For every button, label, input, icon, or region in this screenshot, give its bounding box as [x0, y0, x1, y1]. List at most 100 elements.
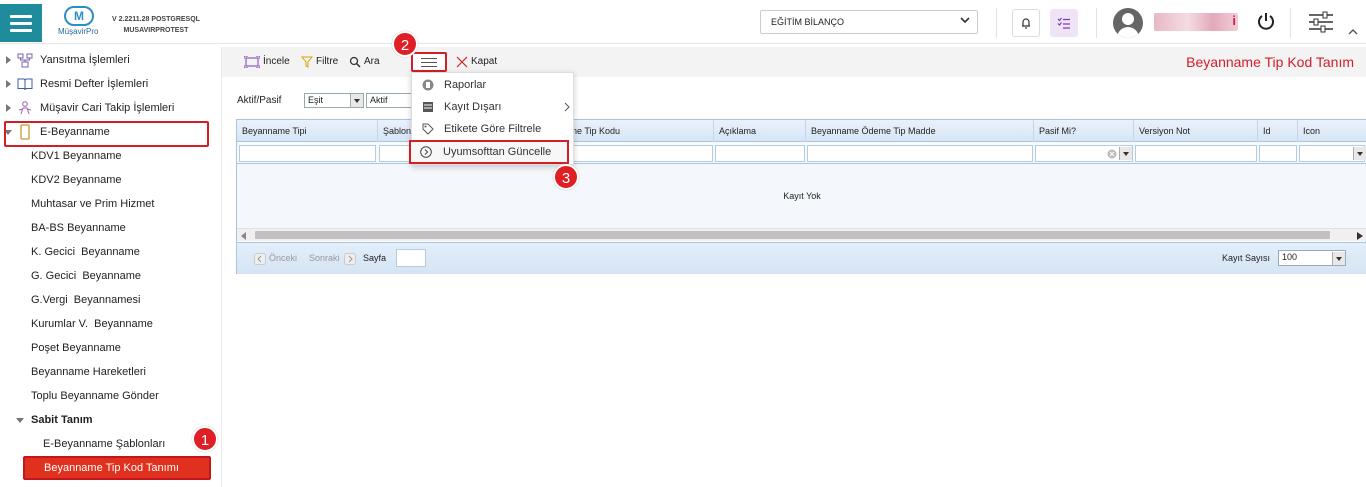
step-badge-3: 3	[553, 164, 579, 190]
filtre-button[interactable]: Filtre	[301, 55, 338, 69]
clear-icon[interactable]	[1107, 149, 1117, 159]
column-sablon[interactable]: Şablon	[378, 120, 412, 142]
filter-aciklama[interactable]	[715, 145, 805, 162]
horizontal-scrollbar[interactable]	[237, 228, 1366, 241]
people-icon	[18, 101, 32, 115]
sidebar-item-k-gecici[interactable]: K. Gecici Beyanname	[31, 241, 140, 263]
menu-item-uyumsoft-guncelle[interactable]: Uyumsofttan Güncelle	[409, 140, 569, 164]
scroll-right-icon[interactable]	[1357, 232, 1363, 240]
column-odeme-tip-madde[interactable]: Beyanname Ödeme Tip Madde	[806, 120, 1034, 142]
filter-sablon[interactable]	[379, 145, 411, 162]
kapat-button[interactable]: Kapat	[456, 55, 497, 69]
sidebar-item-tip-kod-tanimi[interactable]: Beyanname Tip Kod Tanımı	[23, 456, 211, 480]
chevron-right-icon	[564, 102, 570, 112]
sidebar: Yansıtma İşlemleri Resmi Defter İşlemler…	[0, 47, 222, 487]
filter-odeme-tip-madde[interactable]	[807, 145, 1033, 162]
step-badge-2: 2	[392, 31, 418, 57]
filter-versiyon-not[interactable]	[1135, 145, 1257, 162]
sidebar-item-yansitma[interactable]: Yansıtma İşlemleri	[0, 49, 220, 71]
page-number-input[interactable]	[396, 249, 426, 267]
filter-icon	[301, 56, 313, 68]
export-icon	[423, 102, 433, 112]
top-bar: M MüşavirPro V 2.2211.28 POSTGRESQL MUSA…	[0, 0, 1366, 44]
sidebar-item-resmi-defter[interactable]: Resmi Defter İşlemleri	[0, 73, 220, 95]
chevron-down-icon	[960, 17, 970, 24]
main-content: İncele Filtre Ara Kapat Beyanname Tip Ko…	[222, 31, 1366, 487]
chevron-up-icon[interactable]	[1347, 27, 1359, 37]
filter-icon[interactable]	[1299, 145, 1366, 162]
settings-sliders-icon[interactable]	[1307, 10, 1335, 34]
expand-arrow-icon[interactable]	[6, 80, 11, 88]
expand-arrow-icon[interactable]	[6, 56, 11, 64]
company-select[interactable]: EĞİTİM BİLANÇO	[760, 10, 978, 34]
ara-button[interactable]: Ara	[349, 55, 380, 69]
menu-item-kayit-disari[interactable]: Kayıt Dışarı	[412, 96, 575, 118]
menu-item-etiket-filtre[interactable]: Etikete Göre Filtrele	[412, 118, 575, 140]
grid-empty-message: Kayıt Yok	[237, 164, 1366, 228]
tasks-button[interactable]	[1050, 9, 1078, 37]
page-label: Sayfa	[363, 253, 387, 263]
user-name-redacted[interactable]	[1154, 13, 1238, 31]
filter-tip-kodu[interactable]	[568, 145, 713, 162]
aktif-pasif-label: Aktif/Pasif	[237, 95, 282, 106]
more-menu-button[interactable]	[411, 52, 447, 72]
page-title: Beyanname Tip Kod Tanım	[1186, 54, 1354, 70]
tag-icon	[422, 123, 434, 135]
book-icon	[17, 78, 33, 91]
filter-pasif-mi[interactable]	[1035, 145, 1133, 162]
chevron-right-icon[interactable]	[344, 253, 356, 265]
sidebar-item-toplu-gonder[interactable]: Toplu Beyanname Gönder	[31, 385, 159, 407]
sidebar-item-ba-bs[interactable]: BA-BS Beyanname	[31, 217, 126, 239]
dropdown-arrow-icon[interactable]	[1332, 252, 1345, 265]
step-badge-1: 1	[192, 426, 218, 452]
column-pasif-mi[interactable]: Pasif Mi?	[1034, 120, 1134, 142]
operator-select[interactable]: Eşit	[304, 93, 364, 108]
sidebar-item-g-gecici[interactable]: G. Gecici Beyanname	[31, 265, 141, 287]
scrollbar-thumb[interactable]	[255, 231, 1330, 239]
sidebar-item-g-vergi[interactable]: G.Vergi Beyannamesi	[31, 289, 140, 311]
sidebar-item-musavir-cari[interactable]: Müşavir Cari Takip İşlemleri	[0, 97, 220, 119]
collapse-arrow-icon[interactable]	[16, 418, 24, 423]
menu-item-raporlar[interactable]: Raporlar	[412, 74, 575, 96]
app-logo: M MüşavirPro	[58, 6, 108, 38]
expand-arrow-icon[interactable]	[6, 104, 11, 112]
scroll-left-icon[interactable]	[241, 232, 247, 240]
sidebar-item-kdv1[interactable]: KDV1 Beyanname	[31, 145, 122, 167]
sidebar-item-kurumlar[interactable]: Kurumlar V. Beyanname	[31, 313, 153, 335]
hamburger-menu-button[interactable]	[0, 4, 42, 42]
filter-id[interactable]	[1259, 145, 1297, 162]
value-select[interactable]: Aktif	[366, 93, 416, 108]
chevron-left-icon[interactable]	[254, 253, 266, 265]
column-beyanname-tipi[interactable]: Beyanname Tipi	[237, 120, 378, 142]
circle-chevron-right-icon	[420, 146, 432, 158]
incele-button[interactable]: İncele	[244, 55, 290, 69]
user-avatar[interactable]	[1113, 8, 1143, 38]
pager: Önceki Sonraki Sayfa Kayıt Sayısı 100	[237, 242, 1366, 274]
sidebar-item-muhtasar[interactable]: Muhtasar ve Prim Hizmet	[31, 193, 154, 215]
column-tip-kodu[interactable]: ne Tip Kodu	[567, 120, 714, 142]
e-beyanname-highlight	[4, 121, 209, 147]
sidebar-item-poset[interactable]: Poşet Beyanname	[31, 337, 121, 359]
sidebar-item-hareketler[interactable]: Beyanname Hareketleri	[31, 361, 146, 383]
checklist-icon	[1057, 17, 1070, 29]
notifications-button[interactable]	[1012, 9, 1040, 37]
dropdown-arrow-icon[interactable]	[350, 94, 363, 107]
sidebar-item-sabit-tanim[interactable]: Sabit Tanım	[0, 409, 220, 431]
grid-filter-row	[237, 142, 1366, 164]
filter-beyanname-tipi[interactable]	[239, 145, 376, 162]
search-icon	[349, 56, 361, 68]
column-icon[interactable]: Icon	[1298, 120, 1366, 142]
record-count-select[interactable]: 100	[1278, 250, 1346, 266]
column-id[interactable]: Id	[1258, 120, 1298, 142]
dropdown-arrow-icon[interactable]	[1353, 147, 1366, 160]
prev-page-button[interactable]: Önceki	[269, 253, 297, 263]
sidebar-item-sablonlar[interactable]: E-Beyanname Şablonları	[43, 433, 165, 455]
next-page-button[interactable]: Sonraki	[309, 253, 340, 263]
dropdown-arrow-icon[interactable]	[1119, 147, 1132, 160]
power-icon[interactable]	[1256, 11, 1276, 31]
inspect-icon	[244, 56, 260, 68]
column-aciklama[interactable]: Açıklama	[714, 120, 806, 142]
column-versiyon-not[interactable]: Versiyon Not	[1134, 120, 1258, 142]
sidebar-item-kdv2[interactable]: KDV2 Beyanname	[31, 169, 122, 191]
version-info: V 2.2211.28 POSTGRESQL MUSAVIRPROTEST	[112, 16, 200, 34]
